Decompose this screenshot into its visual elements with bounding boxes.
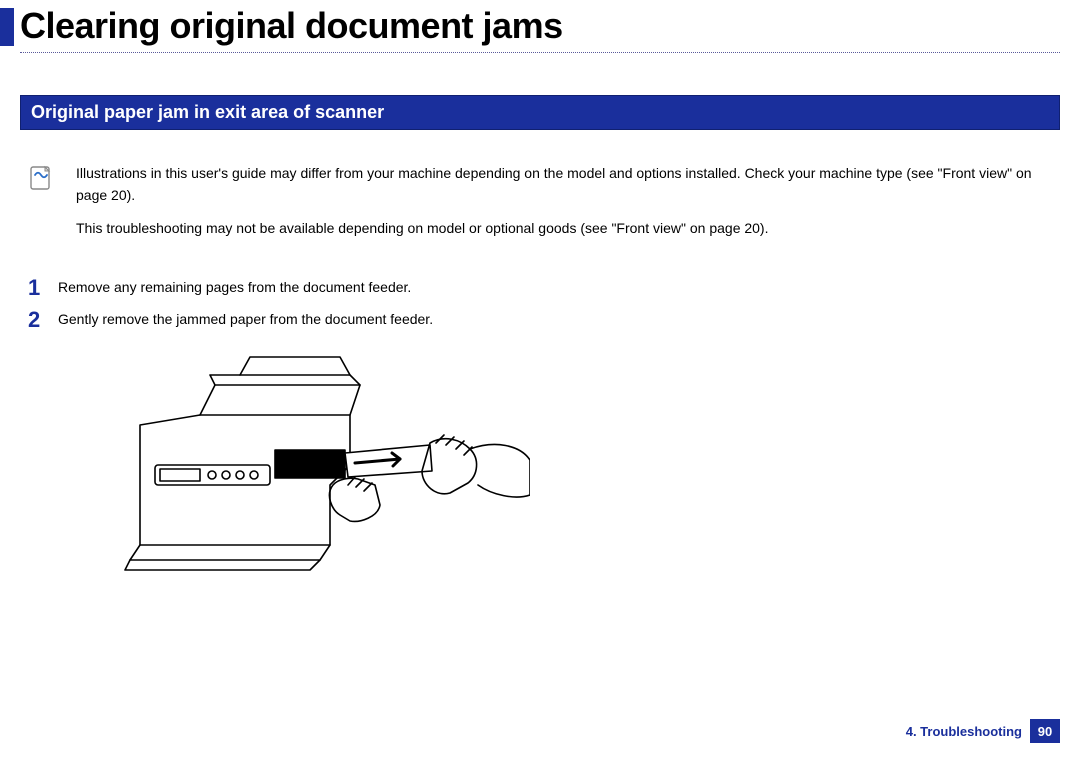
- note-text: Illustrations in this user's guide may d…: [76, 162, 1060, 249]
- step-text: Gently remove the jammed paper from the …: [58, 309, 433, 327]
- step-number: 1: [28, 277, 58, 299]
- step-text: Remove any remaining pages from the docu…: [58, 277, 411, 295]
- document-page: Clearing original document jams Original…: [0, 0, 1080, 763]
- page-title: Clearing original document jams: [20, 8, 563, 46]
- footer-chapter: 4. Troubleshooting: [906, 724, 1022, 739]
- steps-list: 1 Remove any remaining pages from the do…: [28, 277, 1060, 331]
- note-block: Illustrations in this user's guide may d…: [28, 162, 1060, 249]
- step-row: 1 Remove any remaining pages from the do…: [28, 277, 1060, 299]
- note-icon: [28, 164, 62, 197]
- instruction-illustration: [100, 345, 530, 585]
- step-row: 2 Gently remove the jammed paper from th…: [28, 309, 1060, 331]
- page-footer: 4. Troubleshooting 90: [906, 719, 1060, 743]
- note-item: Illustrations in this user's guide may d…: [76, 162, 1060, 207]
- title-underline: [20, 52, 1060, 53]
- title-row: Clearing original document jams: [0, 0, 1080, 46]
- note-item: This troubleshooting may not be availabl…: [76, 217, 1060, 239]
- step-number: 2: [28, 309, 58, 331]
- section-heading: Original paper jam in exit area of scann…: [20, 95, 1060, 130]
- footer-page-number: 90: [1030, 719, 1060, 743]
- title-accent-bar: [0, 8, 14, 46]
